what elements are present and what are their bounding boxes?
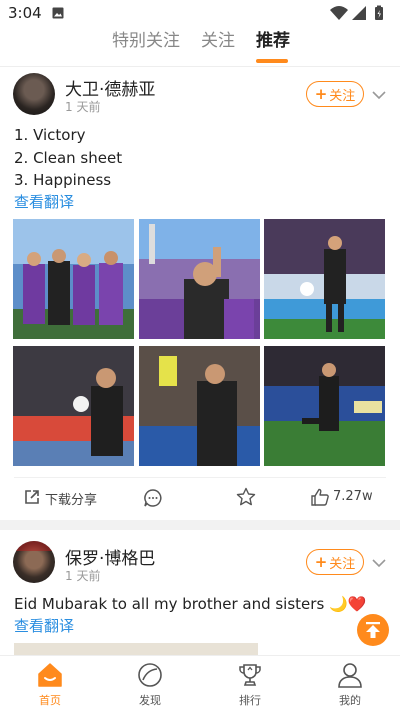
post-author-name[interactable]: 保罗·博格巴 [65, 544, 155, 569]
post-photo[interactable] [139, 219, 260, 339]
post-text-line: 3. Happiness [14, 171, 112, 189]
follow-button[interactable]: + 关注 [306, 549, 364, 575]
avatar[interactable] [13, 541, 55, 583]
home-icon [38, 663, 62, 687]
discover-icon [138, 663, 162, 687]
nav-label: 首页 [39, 694, 61, 707]
nav-label: 排行 [239, 694, 261, 707]
nav-item-profile[interactable]: 我的 [310, 656, 390, 711]
avatar[interactable] [13, 73, 55, 115]
status-icons [330, 5, 383, 20]
post-time: 1 天前 [65, 100, 101, 114]
nav-item-discover[interactable]: 发现 [110, 656, 190, 711]
nav-item-home[interactable]: 首页 [10, 656, 90, 711]
status-bar: 3:04 [0, 0, 400, 26]
post-text-line: 2. Clean sheet [14, 149, 123, 167]
tab-recommend[interactable]: 推荐 [256, 26, 290, 51]
share-icon[interactable] [23, 488, 41, 506]
like-count: 7.27w [333, 489, 373, 504]
tab-follow[interactable]: 关注 [201, 26, 235, 51]
post-photo[interactable] [264, 219, 385, 339]
chevron-down-icon[interactable] [372, 558, 386, 568]
share-button[interactable]: 下载分享 [45, 489, 97, 508]
battery-icon [375, 5, 383, 20]
star-icon[interactable] [236, 487, 256, 507]
bottom-nav: 首页 发现 排行 我的 [0, 655, 400, 711]
post-photo[interactable] [13, 346, 134, 466]
signal-icon [352, 6, 366, 20]
post-photo[interactable] [139, 346, 260, 466]
plus-icon: + [314, 553, 328, 571]
post-author-name[interactable]: 大卫·德赫亚 [65, 75, 155, 100]
divider [14, 477, 386, 478]
comment-icon[interactable] [143, 488, 163, 508]
post-separator [0, 520, 400, 530]
feed-tabs: 特别关注 关注 推荐 [0, 26, 400, 66]
post-photo[interactable] [13, 219, 134, 339]
tab-special-follow[interactable]: 特别关注 [112, 26, 180, 51]
status-time: 3:04 [8, 4, 42, 22]
scroll-to-top-button[interactable] [357, 614, 389, 646]
post-time: 1 天前 [65, 569, 101, 583]
translate-link[interactable]: 查看翻译 [14, 191, 74, 212]
follow-label: 关注 [329, 556, 356, 572]
follow-label: 关注 [329, 88, 356, 104]
translate-link[interactable]: 查看翻译 [14, 615, 74, 636]
post-text-line: 1. Victory [14, 126, 86, 144]
arrow-up-icon [366, 622, 380, 638]
image-icon [52, 7, 64, 19]
divider [0, 66, 400, 67]
nav-label: 发现 [139, 694, 161, 707]
active-tab-indicator [256, 59, 288, 63]
post-text-line: Eid Mubarak to all my brother and sister… [14, 595, 367, 613]
nav-item-rank[interactable]: 排行 [210, 656, 290, 711]
like-icon[interactable] [310, 487, 330, 507]
post-photo[interactable] [264, 346, 385, 466]
trophy-icon [239, 664, 261, 686]
wifi-icon [330, 6, 348, 20]
follow-button[interactable]: + 关注 [306, 81, 364, 107]
plus-icon: + [314, 85, 328, 103]
chevron-down-icon[interactable] [372, 90, 386, 100]
profile-icon [338, 663, 362, 688]
nav-label: 我的 [339, 694, 361, 707]
